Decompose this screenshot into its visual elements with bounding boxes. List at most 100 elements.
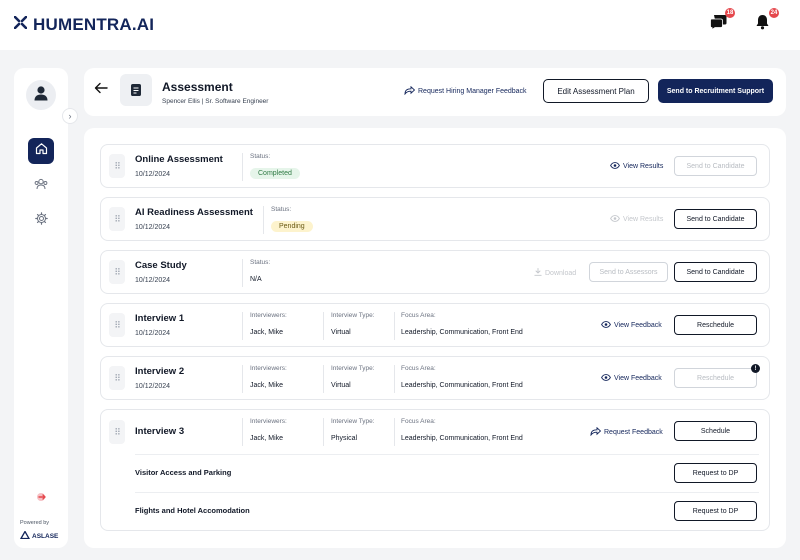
- divider: [242, 312, 243, 340]
- eye-icon: [610, 162, 620, 171]
- stage-name: Online Assessment: [135, 154, 223, 165]
- bell-icon: [755, 14, 770, 35]
- drag-handle-icon[interactable]: ⠿: [109, 420, 125, 444]
- reschedule-button[interactable]: Reschedule !: [674, 364, 760, 388]
- reschedule-label: Reschedule: [697, 374, 734, 382]
- interviewers-label: Interviewers:: [250, 418, 287, 425]
- send-to-candidate-button[interactable]: Send to Candidate: [674, 156, 757, 176]
- interviewers-value: Jack, Mike: [250, 329, 284, 336]
- logout-button[interactable]: [35, 490, 47, 508]
- stage-name: Interview 3: [135, 426, 185, 437]
- status-label: Status:: [250, 153, 271, 160]
- download-link[interactable]: Download: [534, 268, 576, 278]
- back-arrow-icon[interactable]: [94, 81, 108, 97]
- send-to-recruitment-support-button[interactable]: Send to Recruitment Support: [658, 79, 773, 103]
- send-to-candidate-button[interactable]: Send to Candidate: [674, 262, 757, 282]
- send-to-candidate-button[interactable]: Send to Candidate: [674, 209, 757, 229]
- visitor-access-label: Visitor Access and Parking: [135, 468, 232, 477]
- divider: [242, 418, 243, 446]
- divider: [263, 206, 264, 234]
- download-label: Download: [545, 269, 577, 277]
- divider: [242, 259, 243, 287]
- divider: [394, 418, 395, 446]
- flights-hotel-label: Flights and Hotel Accomodation: [135, 506, 250, 515]
- users-icon: [34, 177, 48, 195]
- send-to-assessors-button[interactable]: Send to Assessors: [589, 262, 668, 282]
- eye-icon: [601, 321, 611, 330]
- avatar[interactable]: [26, 80, 56, 110]
- edit-assessment-plan-button[interactable]: Edit Assessment Plan: [543, 79, 649, 103]
- view-feedback-link[interactable]: View Feedback: [601, 321, 662, 330]
- sidebar-item-users[interactable]: [28, 173, 54, 199]
- view-feedback-link[interactable]: View Feedback: [601, 374, 662, 383]
- stage-date: 10/12/2024: [135, 277, 171, 284]
- logo-mark-icon: [13, 15, 28, 34]
- brand-mark-icon: [19, 530, 31, 541]
- stage-name: Interview 2: [135, 366, 185, 377]
- request-feedback-link[interactable]: Request Feedback: [590, 426, 663, 438]
- powered-by-label: Powered by: [20, 520, 50, 526]
- status-value: N/A: [250, 276, 262, 283]
- candidate-subtitle: Spencer Ellis | Sr. Software Engineer: [162, 98, 269, 105]
- drag-handle-icon[interactable]: ⠿: [109, 207, 125, 231]
- page-title: Assessment: [162, 80, 233, 94]
- view-results-label: View Results: [623, 216, 664, 223]
- divider: [323, 418, 324, 446]
- stage-date: 10/12/2024: [135, 330, 171, 337]
- request-hiring-manager-feedback-link[interactable]: Request Hiring Manager Feedback: [404, 85, 527, 97]
- view-results-link[interactable]: View Results: [610, 215, 663, 224]
- interviewers-value: Jack, Mike: [250, 382, 284, 389]
- status-label: Status:: [250, 259, 271, 266]
- reschedule-button[interactable]: Reschedule: [674, 315, 757, 335]
- view-results-label: View Results: [623, 163, 664, 170]
- interviewers-label: Interviewers:: [250, 312, 287, 319]
- divider: [394, 365, 395, 393]
- schedule-button[interactable]: Schedule: [674, 421, 757, 441]
- eye-icon: [610, 215, 620, 224]
- stage-name: Interview 1: [135, 313, 185, 324]
- chevron-right-icon: ›: [68, 111, 72, 121]
- focus-area-value: Leadership, Communication, Front End: [401, 329, 523, 336]
- send-arrow-icon: [404, 85, 416, 97]
- divider: [242, 365, 243, 393]
- interviewers-value: Jack, Mike: [250, 435, 284, 442]
- stage-interview-2: ⠿ Interview 2 10/12/2024 Interviewers: J…: [100, 356, 770, 400]
- stage-interview-1: ⠿ Interview 1 10/12/2024 Interviewers: J…: [100, 303, 770, 347]
- divider: [323, 312, 324, 340]
- stage-online-assessment: ⠿ Online Assessment 10/12/2024 Status: C…: [100, 144, 770, 188]
- request-to-dp-button[interactable]: Request to DP: [674, 463, 757, 483]
- status-badge: Completed: [250, 168, 300, 179]
- gear-icon: [34, 212, 48, 230]
- sidebar-item-settings[interactable]: [28, 208, 54, 234]
- sidebar-item-home[interactable]: [28, 138, 54, 164]
- view-feedback-label: View Feedback: [614, 375, 662, 382]
- drag-handle-icon[interactable]: ⠿: [109, 154, 125, 178]
- sidebar-collapse-button[interactable]: ›: [62, 108, 78, 124]
- interview-type-label: Interview Type:: [331, 418, 375, 425]
- stage-name: AI Readiness Assessment: [135, 207, 253, 218]
- chat-button[interactable]: 18: [708, 8, 735, 34]
- top-bar: HUMENTRA.AI 18 24: [0, 0, 800, 50]
- bell-badge: 24: [769, 8, 779, 18]
- stage-name: Case Study: [135, 260, 187, 271]
- chat-badge: 18: [725, 8, 735, 18]
- focus-area-label: Focus Area:: [401, 418, 436, 425]
- logout-icon: [35, 490, 47, 507]
- sidebar: › Powered by ASLASE: [14, 68, 78, 548]
- download-icon: [534, 268, 542, 278]
- focus-area-value: Leadership, Communication, Front End: [401, 382, 523, 389]
- flights-hotel-row: Flights and Hotel Accomodation Request t…: [135, 492, 759, 528]
- app-logo[interactable]: HUMENTRA.AI: [13, 15, 154, 35]
- drag-handle-icon[interactable]: ⠿: [109, 366, 125, 390]
- drag-handle-icon[interactable]: ⠿: [109, 260, 125, 284]
- drag-handle-icon[interactable]: ⠿: [109, 313, 125, 337]
- view-feedback-label: View Feedback: [614, 322, 662, 329]
- send-arrow-icon: [590, 426, 602, 438]
- notifications-button[interactable]: 24: [752, 8, 779, 35]
- eye-icon: [601, 374, 611, 383]
- view-results-link[interactable]: View Results: [610, 162, 663, 171]
- stage-date: 10/12/2024: [135, 171, 171, 178]
- user-icon: [33, 85, 49, 106]
- request-to-dp-button[interactable]: Request to DP: [674, 501, 757, 521]
- brand-logo: ASLASE: [19, 530, 58, 541]
